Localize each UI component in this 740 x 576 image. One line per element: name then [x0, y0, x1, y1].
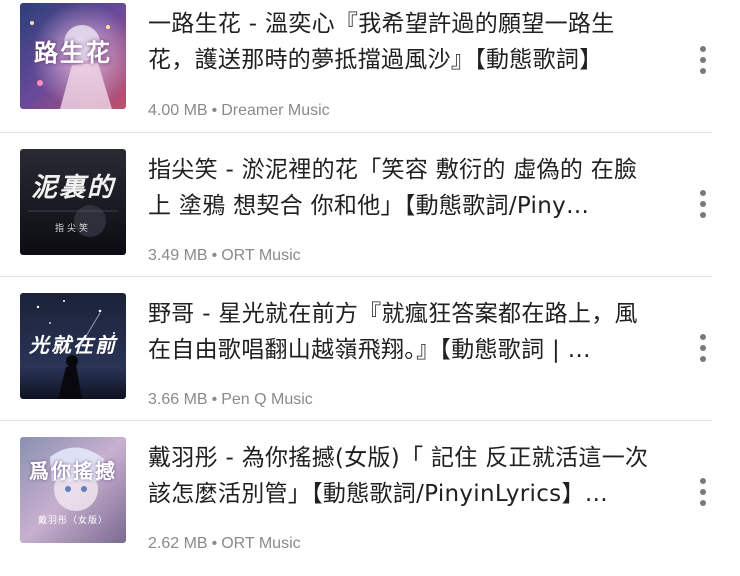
list-item[interactable]: 路生花 一路生花 - 溫奕心『我希望許過的願望一路生花，護送那時的夢抵擋過風沙』… [0, 0, 740, 144]
file-size: 3.49 MB [148, 247, 208, 264]
album-art-icon [20, 437, 126, 543]
channel-name[interactable]: Dreamer Music [221, 102, 329, 119]
video-thumbnail[interactable]: 爲你搖撼 戴羽彤（女版） [20, 437, 126, 543]
separator-dot: • [211, 535, 218, 552]
video-meta: 4.00 MB • Dreamer Music [148, 102, 330, 120]
thumbnail-subtext: 指尖笑 [54, 224, 91, 234]
video-meta: 2.62 MB • ORT Music [148, 535, 301, 553]
video-thumbnail[interactable]: 路生花 [20, 3, 126, 109]
video-thumbnail[interactable]: 光就在前 [20, 293, 126, 399]
thumbnail-text: 路生花 [34, 38, 112, 67]
divider [0, 276, 712, 277]
thumbnail-text: 泥裏的 [30, 173, 115, 203]
more-options-icon[interactable] [690, 472, 716, 512]
channel-name[interactable]: ORT Music [221, 247, 300, 264]
separator-dot: • [211, 102, 218, 119]
video-title[interactable]: 一路生花 - 溫奕心『我希望許過的願望一路生花，護送那時的夢抵擋過風沙』【動態歌… [148, 6, 658, 78]
separator-dot: • [211, 247, 218, 264]
video-title[interactable]: 戴羽彤 - 為你搖撼(女版)「 記住 反正就活這一次 該怎麼活別管」【動態歌詞/… [148, 440, 658, 512]
video-title[interactable]: 指尖笑 - 淤泥裡的花「笑容 敷衍的 虛偽的 在臉上 塗鴉 想契合 你和他」【動… [148, 152, 658, 224]
more-options-icon[interactable] [690, 184, 716, 224]
divider [0, 420, 712, 421]
list-item[interactable]: 泥裏的 指尖笑 指尖笑 - 淤泥裡的花「笑容 敷衍的 虛偽的 在臉上 塗鴉 想契… [0, 144, 740, 288]
file-size: 4.00 MB [148, 102, 208, 119]
channel-name[interactable]: ORT Music [221, 535, 300, 552]
video-meta: 3.49 MB • ORT Music [148, 247, 301, 265]
thumbnail-text: 光就在前 [29, 333, 117, 357]
thumbnail-text: 爲你搖撼 [29, 459, 117, 483]
video-thumbnail[interactable]: 泥裏的 指尖笑 [20, 149, 126, 255]
video-title[interactable]: 野哥 - 星光就在前方『就瘋狂答案都在路上，風在自由歌唱翻山越嶺飛翔。』【動態歌… [148, 296, 658, 368]
separator-dot: • [211, 391, 218, 408]
divider [0, 132, 712, 133]
video-meta: 3.66 MB • Pen Q Music [148, 391, 313, 409]
thumbnail-subtext: 戴羽彤（女版） [37, 516, 108, 526]
channel-name[interactable]: Pen Q Music [221, 391, 313, 408]
list-item[interactable]: 爲你搖撼 戴羽彤（女版） 戴羽彤 - 為你搖撼(女版)「 記住 反正就活這一次 … [0, 432, 740, 576]
file-size: 2.62 MB [148, 535, 208, 552]
more-options-icon[interactable] [690, 40, 716, 80]
list-item[interactable]: 光就在前 野哥 - 星光就在前方『就瘋狂答案都在路上，風在自由歌唱翻山越嶺飛翔。… [0, 288, 740, 432]
more-options-icon[interactable] [690, 328, 716, 368]
file-size: 3.66 MB [148, 391, 208, 408]
